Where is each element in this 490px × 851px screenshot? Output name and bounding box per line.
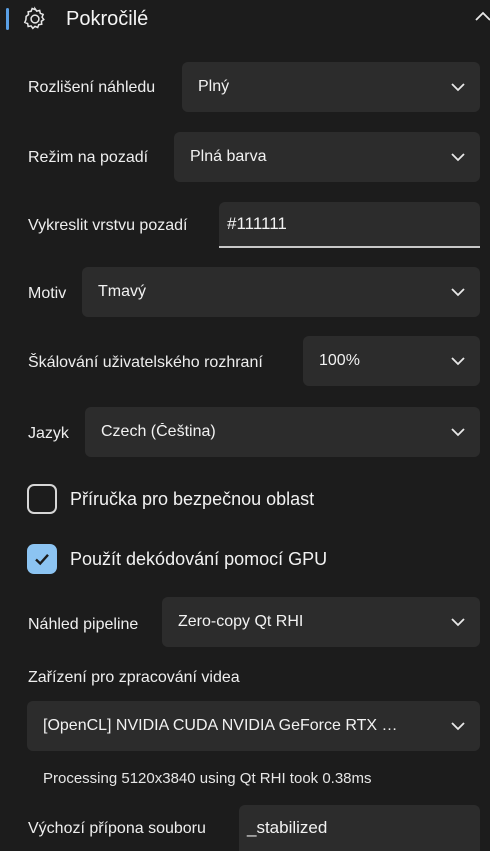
preview-resolution-value: Plný xyxy=(198,78,230,95)
ui-scale-value: 100% xyxy=(319,352,360,369)
chevron-down-icon xyxy=(451,83,465,92)
section-accent-bar xyxy=(6,8,9,30)
processing-info: Processing 5120x3840 using Qt RHI took 0… xyxy=(43,770,372,787)
section-title[interactable]: Pokročilé xyxy=(66,6,148,32)
safe-area-guide-checkbox[interactable] xyxy=(27,484,57,514)
preview-pipeline-label: Náhled pipeline xyxy=(28,616,139,633)
language-select[interactable]: Czech (Čeština) xyxy=(85,407,480,457)
preview-resolution-label: Rozlišení náhledu xyxy=(28,79,156,96)
theme-value: Tmavý xyxy=(98,283,146,300)
preview-resolution-select[interactable]: Plný xyxy=(182,62,480,112)
checkmark-icon xyxy=(35,553,49,566)
preview-pipeline-select[interactable]: Zero-copy Qt RHI xyxy=(162,597,480,647)
chevron-down-icon xyxy=(451,288,465,297)
chevron-up-icon[interactable] xyxy=(472,4,490,28)
preview-pipeline-value: Zero-copy Qt RHI xyxy=(178,613,304,630)
ui-scale-select[interactable]: 100% xyxy=(303,336,480,386)
video-device-value: [OpenCL] NVIDIA CUDA NVIDIA GeForce RTX … xyxy=(43,717,398,734)
chevron-down-icon xyxy=(451,428,465,437)
ui-scale-label: Škálování uživatelského rozhraní xyxy=(28,354,263,371)
default-suffix-input[interactable]: _stabilized xyxy=(239,805,480,851)
background-layer-label: Vykreslit vrstvu pozadí xyxy=(28,217,188,234)
default-suffix-label: Výchozí přípona souboru xyxy=(28,820,206,837)
background-layer-input[interactable]: #111111 xyxy=(219,202,480,248)
chevron-down-icon xyxy=(451,618,465,627)
chevron-down-icon xyxy=(451,357,465,366)
gpu-decoding-checkbox[interactable] xyxy=(27,544,57,574)
language-label: Jazyk xyxy=(28,425,69,442)
theme-label: Motiv xyxy=(28,285,67,302)
background-mode-value: Plná barva xyxy=(190,148,267,165)
gpu-decoding-label[interactable]: Použít dekódování pomocí GPU xyxy=(70,548,327,570)
language-value: Czech (Čeština) xyxy=(101,423,216,440)
video-device-label: Zařízení pro zpracování videa xyxy=(28,669,240,686)
background-mode-label: Režim na pozadí xyxy=(28,149,149,166)
chevron-down-icon xyxy=(451,722,465,731)
safe-area-guide-label[interactable]: Příručka pro bezpečnou oblast xyxy=(70,488,314,510)
default-suffix-value: _stabilized xyxy=(247,818,328,837)
video-device-select[interactable]: [OpenCL] NVIDIA CUDA NVIDIA GeForce RTX … xyxy=(27,701,480,751)
theme-select[interactable]: Tmavý xyxy=(82,267,480,317)
gear-icon xyxy=(23,6,45,30)
background-layer-value: #111111 xyxy=(227,214,287,233)
background-mode-select[interactable]: Plná barva xyxy=(174,132,480,182)
chevron-down-icon xyxy=(451,153,465,162)
